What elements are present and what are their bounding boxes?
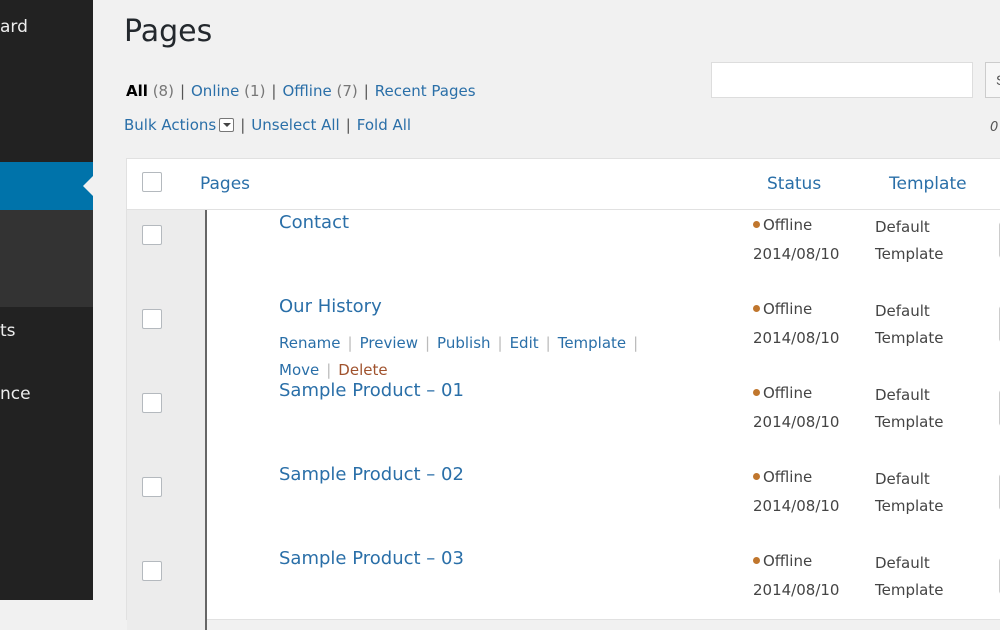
select-all-checkbox[interactable] [142,172,162,192]
unselect-all-link[interactable]: Unselect All [251,116,339,134]
page-title-link[interactable]: Sample Product – 01 [279,380,464,401]
edit-link[interactable]: Edit [510,334,539,352]
sidebar-item-label: nce [0,384,31,404]
status-dot-icon [753,557,760,564]
chevron-down-icon [219,117,235,132]
pages-table: Pages Status Template Contact Offline 201… [126,158,1000,630]
sidebar-item-dashboard[interactable]: ard [0,17,28,37]
items-count: 0 [990,120,999,135]
filter-online[interactable]: Online (1) [191,82,265,100]
page-title-link[interactable]: Sample Product – 03 [279,548,464,569]
template-cell: Default Template [875,218,944,263]
page-title-link[interactable]: Sample Product – 02 [279,464,464,485]
filter-all[interactable]: All (8) [126,82,174,100]
table-header: Pages Status Template [127,159,1000,210]
sidebar-item-pages-active[interactable] [0,162,93,210]
status-cell: Offline 2014/08/10 [753,468,840,515]
search-input[interactable] [711,62,973,98]
row-checkbox[interactable] [142,477,162,497]
column-header-template[interactable]: Template [889,174,967,194]
template-cell: Default Template [875,554,944,599]
row-actions: Rename | Preview | Publish | Edit | Template | Mov… [279,334,639,379]
status-cell: Offline 2014/08/10 [753,216,840,263]
sidebar-item-appearance[interactable]: nce [0,384,31,404]
template-cell: Default Template [875,386,944,431]
admin-sidebar: ard ts nce [0,0,93,600]
status-cell: Offline 2014/08/10 [753,384,840,431]
template-cell: Default Template [875,302,944,347]
row-checkbox[interactable] [142,393,162,413]
move-link[interactable]: Move [279,361,319,379]
delete-link[interactable]: Delete [338,361,387,379]
template-cell: Default Template [875,470,944,515]
bulk-actions-bar: Bulk Actions | Unselect All | Fold All [124,116,412,134]
sidebar-submenu [0,210,93,307]
row-checkbox[interactable] [142,561,162,581]
page-title-link[interactable]: Contact [279,212,349,233]
row-checkbox[interactable] [142,309,162,329]
sidebar-item-widgets[interactable]: ts [0,321,16,341]
sidebar-item-label: ard [0,17,28,37]
filter-recent-pages[interactable]: Recent Pages [375,82,476,100]
preview-link[interactable]: Preview [360,334,418,352]
status-cell: Offline 2014/08/10 [753,552,840,599]
rename-link[interactable]: Rename [279,334,341,352]
table-row: Our History Rename | Preview | Publish | Edit |… [127,294,1000,379]
template-link[interactable]: Template [558,334,626,352]
status-filters: All (8) | Online (1) | Offline (7) | Recent Pa… [126,82,476,100]
status-dot-icon [753,473,760,480]
filter-offline[interactable]: Offline (7) [282,82,357,100]
status-dot-icon [753,221,760,228]
table-row: Contact Offline 2014/08/10 Default Templat… [127,210,1000,294]
fold-all-link[interactable]: Fold All [357,116,411,134]
column-header-pages[interactable]: Pages [200,174,250,194]
bulk-actions-dropdown[interactable]: Bulk Actions [124,116,235,134]
table-row: Sample Product – 03 Offline 2014/08/10 De… [127,546,1000,630]
publish-link[interactable]: Publish [437,334,490,352]
status-dot-icon [753,389,760,396]
status-dot-icon [753,305,760,312]
page-title: Pages [124,14,213,49]
table-row: Sample Product – 01 Offline 2014/08/10 De… [127,378,1000,462]
status-cell: Offline 2014/08/10 [753,300,840,347]
table-row: Sample Product – 02 Offline 2014/08/10 De… [127,462,1000,546]
page-title-link[interactable]: Our History [279,296,382,317]
sidebar-item-label: ts [0,321,16,341]
search-button[interactable]: S [985,62,1000,98]
row-checkbox[interactable] [142,225,162,245]
column-header-status[interactable]: Status [767,174,821,194]
